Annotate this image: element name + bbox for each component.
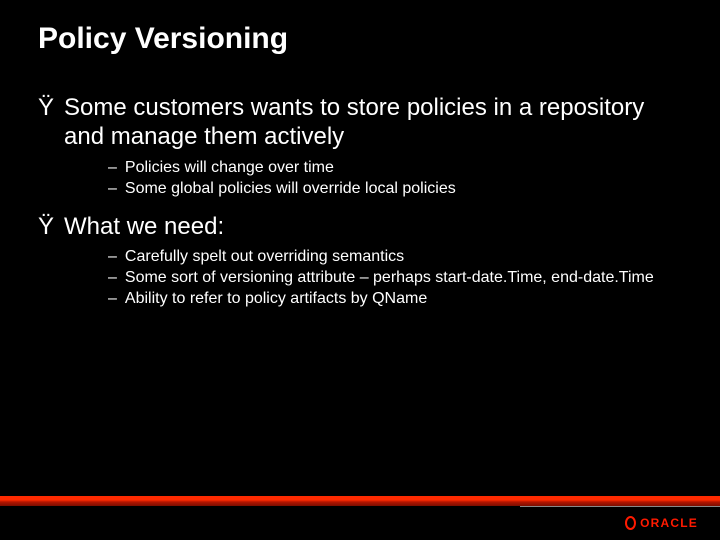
sub-bullet-marker: – xyxy=(108,247,117,267)
sub-bullet-marker: – xyxy=(108,158,117,178)
sub-bullet-item: – Ability to refer to policy artifacts b… xyxy=(38,289,680,309)
sub-bullet-item: – Carefully spelt out overriding semanti… xyxy=(38,247,680,267)
brand-logo: ORACLE xyxy=(625,516,698,530)
sub-bullet-item: – Some sort of versioning attribute – pe… xyxy=(38,268,680,288)
sub-bullet-text: Carefully spelt out overriding semantics xyxy=(125,247,404,267)
sub-bullet-text: Ability to refer to policy artifacts by … xyxy=(125,289,427,309)
sub-list: – Policies will change over time – Some … xyxy=(38,158,680,199)
sub-bullet-text: Policies will change over time xyxy=(125,158,334,178)
sub-bullet-item: – Some global policies will override loc… xyxy=(38,179,680,199)
sub-bullet-marker: – xyxy=(108,289,117,309)
slide-footer: ORACLE xyxy=(0,496,720,540)
sub-bullet-item: – Policies will change over time xyxy=(38,158,680,178)
bullet-text: What we need: xyxy=(64,213,224,242)
bullet-text: Some customers wants to store policies i… xyxy=(64,94,680,152)
brand-o-icon xyxy=(625,516,636,530)
sub-bullet-text: Some sort of versioning attribute – perh… xyxy=(125,268,654,288)
brand-text: ORACLE xyxy=(640,516,698,530)
footer-accent-bar xyxy=(0,496,720,506)
sub-bullet-marker: – xyxy=(108,268,117,288)
bullet-item: Ÿ What we need: xyxy=(38,213,680,242)
bullet-marker: Ÿ xyxy=(38,213,54,242)
slide: Policy Versioning Ÿ Some customers wants… xyxy=(0,0,720,540)
bullet-marker: Ÿ xyxy=(38,94,54,123)
bullet-item: Ÿ Some customers wants to store policies… xyxy=(38,94,680,152)
sub-list: – Carefully spelt out overriding semanti… xyxy=(38,247,680,309)
slide-title: Policy Versioning xyxy=(0,0,720,56)
sub-bullet-marker: – xyxy=(108,179,117,199)
slide-content: Ÿ Some customers wants to store policies… xyxy=(0,56,720,309)
footer-divider xyxy=(520,506,720,507)
sub-bullet-text: Some global policies will override local… xyxy=(125,179,456,199)
